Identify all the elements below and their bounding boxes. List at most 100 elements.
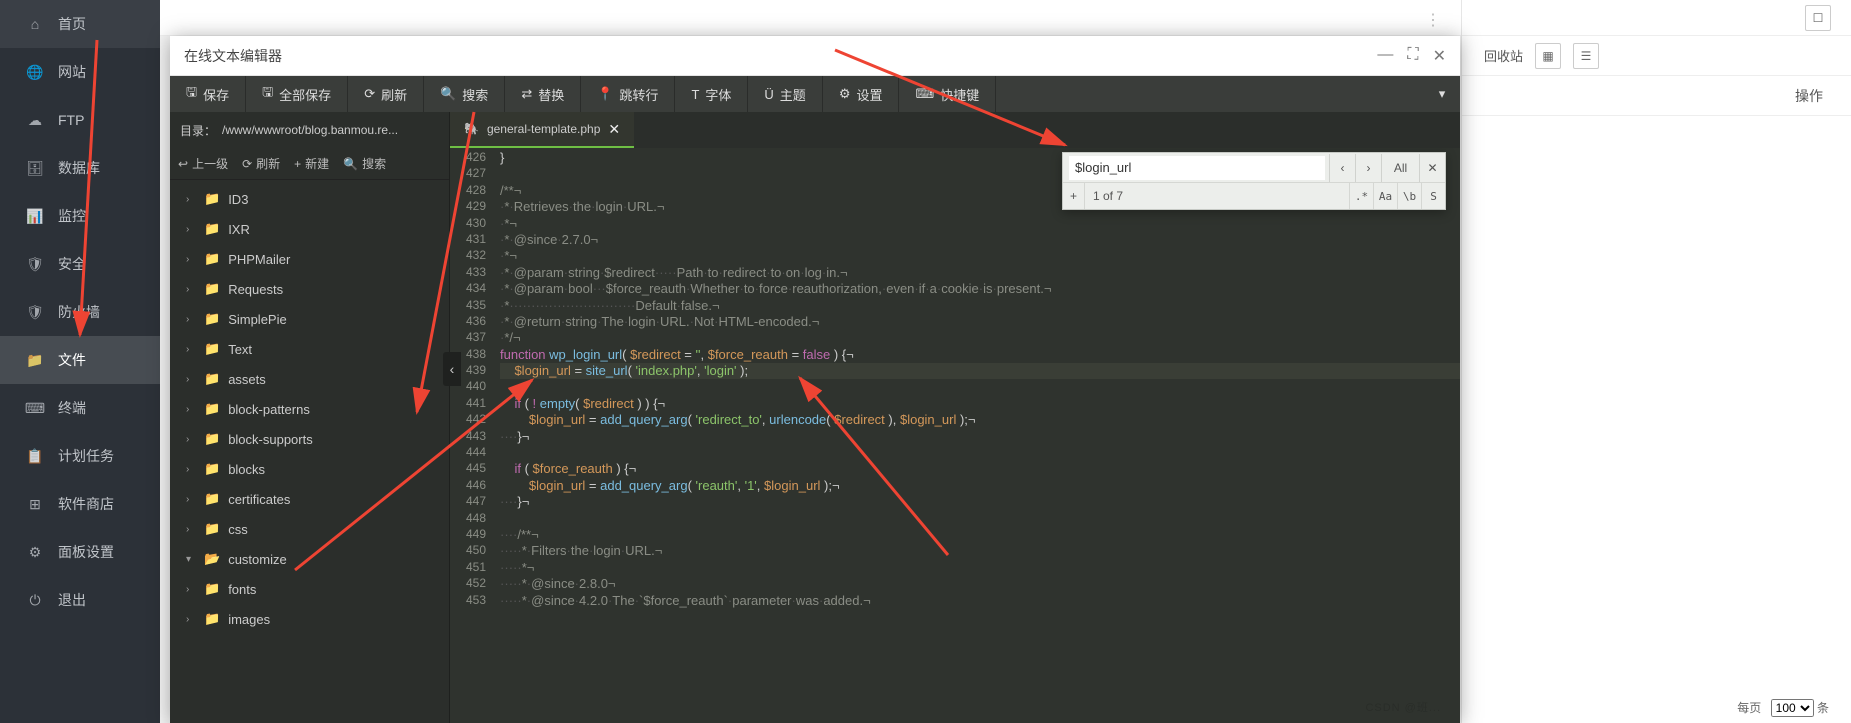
code-line[interactable]: ·····*·Filters·the·login·URL.¬: [500, 543, 1460, 559]
sidebar-item-shield[interactable]: 🛡安全: [0, 240, 160, 288]
recycle-bin-link[interactable]: 回收站: [1484, 46, 1523, 65]
search-all-button[interactable]: All: [1381, 154, 1419, 182]
code-line[interactable]: ·*·@since·2.7.0¬: [500, 232, 1460, 248]
code-line[interactable]: $login_url = add_query_arg( 'redirect_to…: [500, 412, 1460, 428]
search-option[interactable]: \b: [1397, 183, 1421, 209]
toolbar-setting-button[interactable]: ⚙设置: [823, 76, 900, 112]
code-line[interactable]: ·*·@param·bool···$force_reauth·Whether·t…: [500, 281, 1460, 297]
folder-name: blocks: [228, 462, 265, 477]
search-prev-button[interactable]: ‹: [1329, 154, 1355, 182]
code-line[interactable]: ·*¬: [500, 248, 1460, 264]
tree-refresh-button[interactable]: ⟳ 刷新: [242, 155, 280, 172]
code-line[interactable]: ·*¬: [500, 216, 1460, 232]
tree-folder[interactable]: ›📁assets: [170, 364, 449, 394]
toolbar-saveall-button[interactable]: 🖫全部保存: [246, 76, 348, 112]
tree-folder[interactable]: ›📁SimplePie: [170, 304, 449, 334]
toolbar-search-button[interactable]: 🔍搜索: [424, 76, 505, 112]
toolbar-replace-button[interactable]: ⇄替换: [505, 76, 581, 112]
sidebar-item-folder[interactable]: 📁文件: [0, 336, 160, 384]
code-line[interactable]: ····}¬: [500, 494, 1460, 510]
code-line[interactable]: ·*·@param·string·$redirect·····Path·to·r…: [500, 265, 1460, 281]
tree-collapse-handle[interactable]: ‹: [443, 352, 461, 386]
code-panel[interactable]: 4264274284294304314324334344354364374384…: [450, 148, 1460, 723]
right-panel: ☐ 回收站 ▦ ☰ 操作 每页 100 条: [1461, 0, 1851, 723]
code-line[interactable]: ·····*·@since·2.8.0¬: [500, 576, 1460, 592]
code-line[interactable]: [500, 379, 1460, 395]
tree-folder[interactable]: ›📁Requests: [170, 274, 449, 304]
sidebar-label: 面板设置: [58, 542, 114, 562]
tree-folder[interactable]: ›📁block-supports: [170, 424, 449, 454]
tree-up-button[interactable]: ↩ 上一级: [178, 155, 228, 172]
close-tab-icon[interactable]: ✕: [608, 121, 620, 138]
per-page-select[interactable]: 100: [1771, 699, 1814, 717]
code-line[interactable]: if ( $force_reauth ) {¬: [500, 461, 1460, 477]
search-close-icon[interactable]: ✕: [1419, 154, 1445, 182]
editor-titlebar[interactable]: 在线文本编辑器 — ⛶ ✕: [170, 36, 1460, 76]
code-line[interactable]: [500, 445, 1460, 461]
toolbar-expand-icon[interactable]: ▾: [1424, 86, 1460, 102]
tree-folder[interactable]: ▾📂customize: [170, 544, 449, 574]
code-line[interactable]: function wp_login_url( $redirect = '', $…: [500, 347, 1460, 363]
tree-search-button[interactable]: 🔍 搜索: [343, 155, 386, 172]
tree-folder[interactable]: ›📁PHPMailer: [170, 244, 449, 274]
sidebar-item-settings[interactable]: ⚙面板设置: [0, 528, 160, 576]
tree-folder[interactable]: ›📁block-patterns: [170, 394, 449, 424]
path-value[interactable]: /www/wwwroot/blog.banmou.re...: [222, 123, 398, 137]
code-line[interactable]: ····/**¬: [500, 527, 1460, 543]
sidebar-item-terminal[interactable]: ⌨终端: [0, 384, 160, 432]
search-next-button[interactable]: ›: [1355, 154, 1381, 182]
code-lines[interactable]: }/**¬·*·Retrieves·the·login·URL.¬·*¬·*·@…: [500, 150, 1460, 609]
tree-list[interactable]: ›📁ID3›📁IXR›📁PHPMailer›📁Requests›📁SimpleP…: [170, 180, 449, 723]
toolbar-goto-button[interactable]: 📍跳转行: [581, 76, 675, 112]
maximize-icon[interactable]: ⛶: [1407, 46, 1418, 66]
code-line[interactable]: $login_url = site_url( 'index.php', 'log…: [500, 363, 1460, 379]
sidebar-item-firewall[interactable]: 🛡防火墙: [0, 288, 160, 336]
code-line[interactable]: if ( ! empty( $redirect ) ) {¬: [500, 396, 1460, 412]
code-line[interactable]: $login_url = add_query_arg( 'reauth', '1…: [500, 478, 1460, 494]
close-window-icon[interactable]: ✕: [1433, 46, 1446, 66]
tree-new-button[interactable]: + 新建: [294, 155, 329, 172]
toolbar-theme-button[interactable]: Ü主题: [748, 76, 822, 112]
sidebar-item-logout[interactable]: ⏻退出: [0, 576, 160, 624]
tree-folder[interactable]: ›📁ID3: [170, 184, 449, 214]
tree-folder[interactable]: ›📁IXR: [170, 214, 449, 244]
path-box: 目录： /www/wwwroot/blog.banmou.re...: [170, 112, 450, 148]
tree-folder[interactable]: ›📁fonts: [170, 574, 449, 604]
sidebar-item-store[interactable]: ⊞软件商店: [0, 480, 160, 528]
grid-view-icon[interactable]: ▦: [1535, 43, 1561, 69]
toolbar-hotkey-button[interactable]: ⌨快捷键: [899, 76, 996, 112]
code-line[interactable]: ·····*·@since·4.2.0·The·`$force_reauth`·…: [500, 593, 1460, 609]
sidebar-item-monitor[interactable]: 📊监控: [0, 192, 160, 240]
code-line[interactable]: ·····*¬: [500, 560, 1460, 576]
tree-folder[interactable]: ›📁css: [170, 514, 449, 544]
tree-folder[interactable]: ›📁Text: [170, 334, 449, 364]
file-tab[interactable]: 🐘 general-template.php ✕: [450, 112, 634, 148]
tree-folder[interactable]: ›📁images: [170, 604, 449, 634]
sidebar-item-ftp[interactable]: ☁FTP: [0, 96, 160, 144]
checkbox-icon[interactable]: ☐: [1805, 5, 1831, 31]
search-input[interactable]: [1069, 156, 1325, 180]
search-option[interactable]: .*: [1349, 183, 1373, 209]
search-option[interactable]: S: [1421, 183, 1445, 209]
list-view-icon[interactable]: ☰: [1573, 43, 1599, 69]
editor-window: 在线文本编辑器 — ⛶ ✕ 🖫保存🖫全部保存⟳刷新🔍搜索⇄替换📍跳转行T字体Ü主…: [170, 36, 1460, 723]
code-line[interactable]: ·*·····························Default·f…: [500, 298, 1460, 314]
code-line[interactable]: [500, 511, 1460, 527]
sidebar-item-task[interactable]: 📋计划任务: [0, 432, 160, 480]
tree-folder[interactable]: ›📁certificates: [170, 484, 449, 514]
minimize-icon[interactable]: —: [1377, 46, 1393, 66]
search-expand-icon[interactable]: +: [1063, 183, 1085, 209]
sidebar-item-db[interactable]: 🗄数据库: [0, 144, 160, 192]
search-option[interactable]: Aa: [1373, 183, 1397, 209]
sidebar-item-globe[interactable]: 🌐网站: [0, 48, 160, 96]
code-line[interactable]: ·*·@return·string·The·login·URL.·Not·HTM…: [500, 314, 1460, 330]
tree-folder[interactable]: ›📁blocks: [170, 454, 449, 484]
toolbar-label: 字体: [705, 85, 731, 104]
toolbar-save-button[interactable]: 🖫保存: [170, 76, 246, 112]
code-line[interactable]: ·*/¬: [500, 330, 1460, 346]
code-line[interactable]: ····}¬: [500, 429, 1460, 445]
more-icon[interactable]: ⋮: [1425, 10, 1441, 30]
toolbar-font-button[interactable]: T字体: [675, 76, 748, 112]
sidebar-item-home[interactable]: ⌂首页: [0, 0, 160, 48]
toolbar-refresh-button[interactable]: ⟳刷新: [348, 76, 424, 112]
